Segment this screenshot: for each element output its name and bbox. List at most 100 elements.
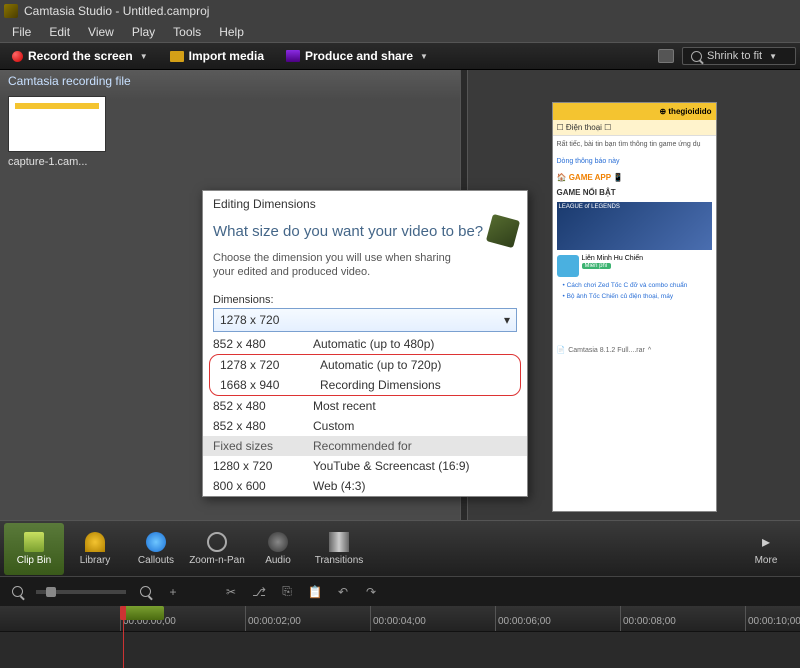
zoom-in-icon (140, 586, 151, 597)
tab-library[interactable]: Library (65, 523, 125, 575)
dimension-option[interactable]: 852 x 480Custom (203, 416, 527, 436)
preview-text: Rất tiếc, bài tin bạn tìm thông tin game… (553, 136, 716, 153)
timeline-controls: + ✂ ⎇ ⎘ 📋 ↶ ↷ (0, 576, 800, 606)
undo-button[interactable]: ↶ (334, 583, 352, 601)
tab-zoom-pan[interactable]: Zoom-n-Pan (187, 523, 247, 575)
zoom-out-button[interactable] (8, 583, 26, 601)
dimensions-select[interactable]: 1278 x 720 ▾ (213, 308, 517, 332)
dialog-title: Editing Dimensions (203, 191, 527, 211)
time-tick: 00:00:08;00 (620, 606, 676, 631)
tab-label: Clip Bin (17, 555, 51, 566)
main-toolbar: Record the screen ▼ Import media Produce… (0, 42, 800, 70)
preview-game-item: Liên Minh Hu Chiến Miễn phí (553, 252, 716, 280)
playhead[interactable] (120, 606, 164, 620)
tab-callouts[interactable]: Callouts (126, 523, 186, 575)
paste-button[interactable]: 📋 (306, 583, 324, 601)
produce-share-button[interactable]: Produce and share ▼ (278, 46, 436, 66)
zoom-slider[interactable] (36, 590, 126, 594)
preview-bullet: • Bộ ảnh Tốc Chiến củ điện thoại, máy (553, 291, 716, 302)
menu-tools[interactable]: Tools (165, 23, 209, 41)
redo-button[interactable]: ↷ (362, 583, 380, 601)
add-track-button[interactable]: + (164, 583, 182, 601)
window-title: Camtasia Studio - Untitled.camproj (24, 4, 209, 18)
tab-label: More (755, 555, 778, 566)
tab-label: Zoom-n-Pan (189, 555, 245, 566)
zoom-selector[interactable]: Shrink to fit ▼ (682, 47, 796, 65)
time-tick: 00:00:06;00 (495, 606, 551, 631)
dimension-option[interactable]: 1278 x 720Automatic (up to 720p) (210, 355, 520, 375)
tab-label: Audio (265, 555, 291, 566)
menu-help[interactable]: Help (211, 23, 252, 41)
folder-icon (170, 51, 184, 62)
more-icon: ▸ (756, 532, 776, 552)
dialog-question: What size do you want your video to be? (203, 211, 527, 251)
preview-tool-button[interactable] (658, 49, 674, 63)
copy-button[interactable]: ⎘ (278, 583, 296, 601)
preview-game-banner: LEAGUE of LEGENDS (557, 202, 712, 250)
preview-tab: ☐ Điện thoại ☐ (553, 120, 716, 136)
dimension-option[interactable]: 852 x 480Automatic (up to 480p) (203, 334, 527, 354)
editing-dimensions-dialog: Editing Dimensions What size do you want… (202, 190, 528, 497)
tab-clip-bin[interactable]: Clip Bin (4, 523, 64, 575)
thumbnail-label: capture-1.cam... (8, 156, 108, 168)
audio-icon (268, 532, 288, 552)
record-icon (12, 51, 23, 62)
tab-more[interactable]: ▸ More (736, 523, 796, 575)
import-media-button[interactable]: Import media (162, 46, 272, 66)
dimension-option[interactable]: 800 x 600Web (4:3) (203, 476, 527, 496)
tab-label: Callouts (138, 555, 174, 566)
panel-heading: Camtasia recording file (0, 70, 460, 92)
tab-transitions[interactable]: Transitions (309, 523, 369, 575)
chevron-down-icon: ▼ (140, 52, 148, 61)
preview-caption: 📄 Camtasia 8.1.2 Full....rar ^ (553, 342, 716, 358)
record-screen-button[interactable]: Record the screen ▼ (4, 46, 156, 66)
search-icon (691, 51, 702, 62)
preview-section: 🏠 GAME APP 📱 (553, 170, 716, 185)
chip-icon (486, 214, 520, 248)
tab-audio[interactable]: Audio (248, 523, 308, 575)
clip-thumbnail[interactable]: capture-1.cam... (8, 96, 108, 168)
menu-play[interactable]: Play (124, 23, 163, 41)
produce-icon (286, 50, 300, 62)
video-preview: ⊕ thegioidido ☐ Điện thoại ☐ Rất tiếc, b… (552, 102, 717, 512)
menu-edit[interactable]: Edit (41, 23, 78, 41)
dimension-option[interactable]: 1280 x 720YouTube & Screencast (16:9) (203, 456, 527, 476)
library-icon (85, 532, 105, 552)
highlighted-options: 1278 x 720Automatic (up to 720p) 1668 x … (209, 354, 521, 396)
produce-label: Produce and share (305, 49, 413, 63)
menu-bar: File Edit View Play Tools Help (0, 22, 800, 42)
zoom-out-icon (12, 586, 23, 597)
dialog-subtitle: Choose the dimension you will use when s… (203, 251, 463, 288)
dialog-question-text: What size do you want your video to be? (213, 223, 483, 240)
game-name: Liên Minh Hu Chiến (582, 255, 643, 262)
chevron-down-icon: ▼ (420, 52, 428, 61)
preview-toolbar (468, 70, 800, 96)
menu-file[interactable]: File (4, 23, 39, 41)
zoom-in-button[interactable] (136, 583, 154, 601)
dimension-option[interactable]: 1668 x 940Recording Dimensions (210, 375, 520, 395)
dimension-header: Fixed sizesRecommended for (203, 436, 527, 456)
import-label: Import media (189, 49, 264, 63)
transitions-icon (329, 532, 349, 552)
thumbnail-image (8, 96, 106, 152)
split-button[interactable]: ⎇ (250, 583, 268, 601)
dimension-option[interactable]: 852 x 480Most recent (203, 396, 527, 416)
zoom-label: Shrink to fit (707, 50, 762, 62)
preview-section2: GAME NỔI BẬT (553, 185, 716, 200)
record-label: Record the screen (28, 49, 133, 63)
time-tick: 00:00:10;00 (745, 606, 800, 631)
menu-view[interactable]: View (80, 23, 122, 41)
callouts-icon (146, 532, 166, 552)
free-badge: Miễn phí (582, 263, 611, 269)
time-tick: 00:00:04;00 (370, 606, 426, 631)
clip-bin-icon (24, 532, 44, 552)
preview-link: Dòng thông báo này (553, 153, 716, 170)
app-icon (4, 4, 18, 18)
preview-bullet: • Cách chơi Zed Tốc C đỡ và combo chuẩn (553, 280, 716, 291)
selected-value: 1278 x 720 (220, 313, 279, 327)
chevron-down-icon: ▾ (504, 313, 510, 327)
timeline[interactable]: 00:00:00;00 00:00:02;00 00:00:04;00 00:0… (0, 606, 800, 668)
chevron-down-icon: ▼ (769, 52, 777, 61)
cut-button[interactable]: ✂ (222, 583, 240, 601)
tab-label: Library (80, 555, 111, 566)
